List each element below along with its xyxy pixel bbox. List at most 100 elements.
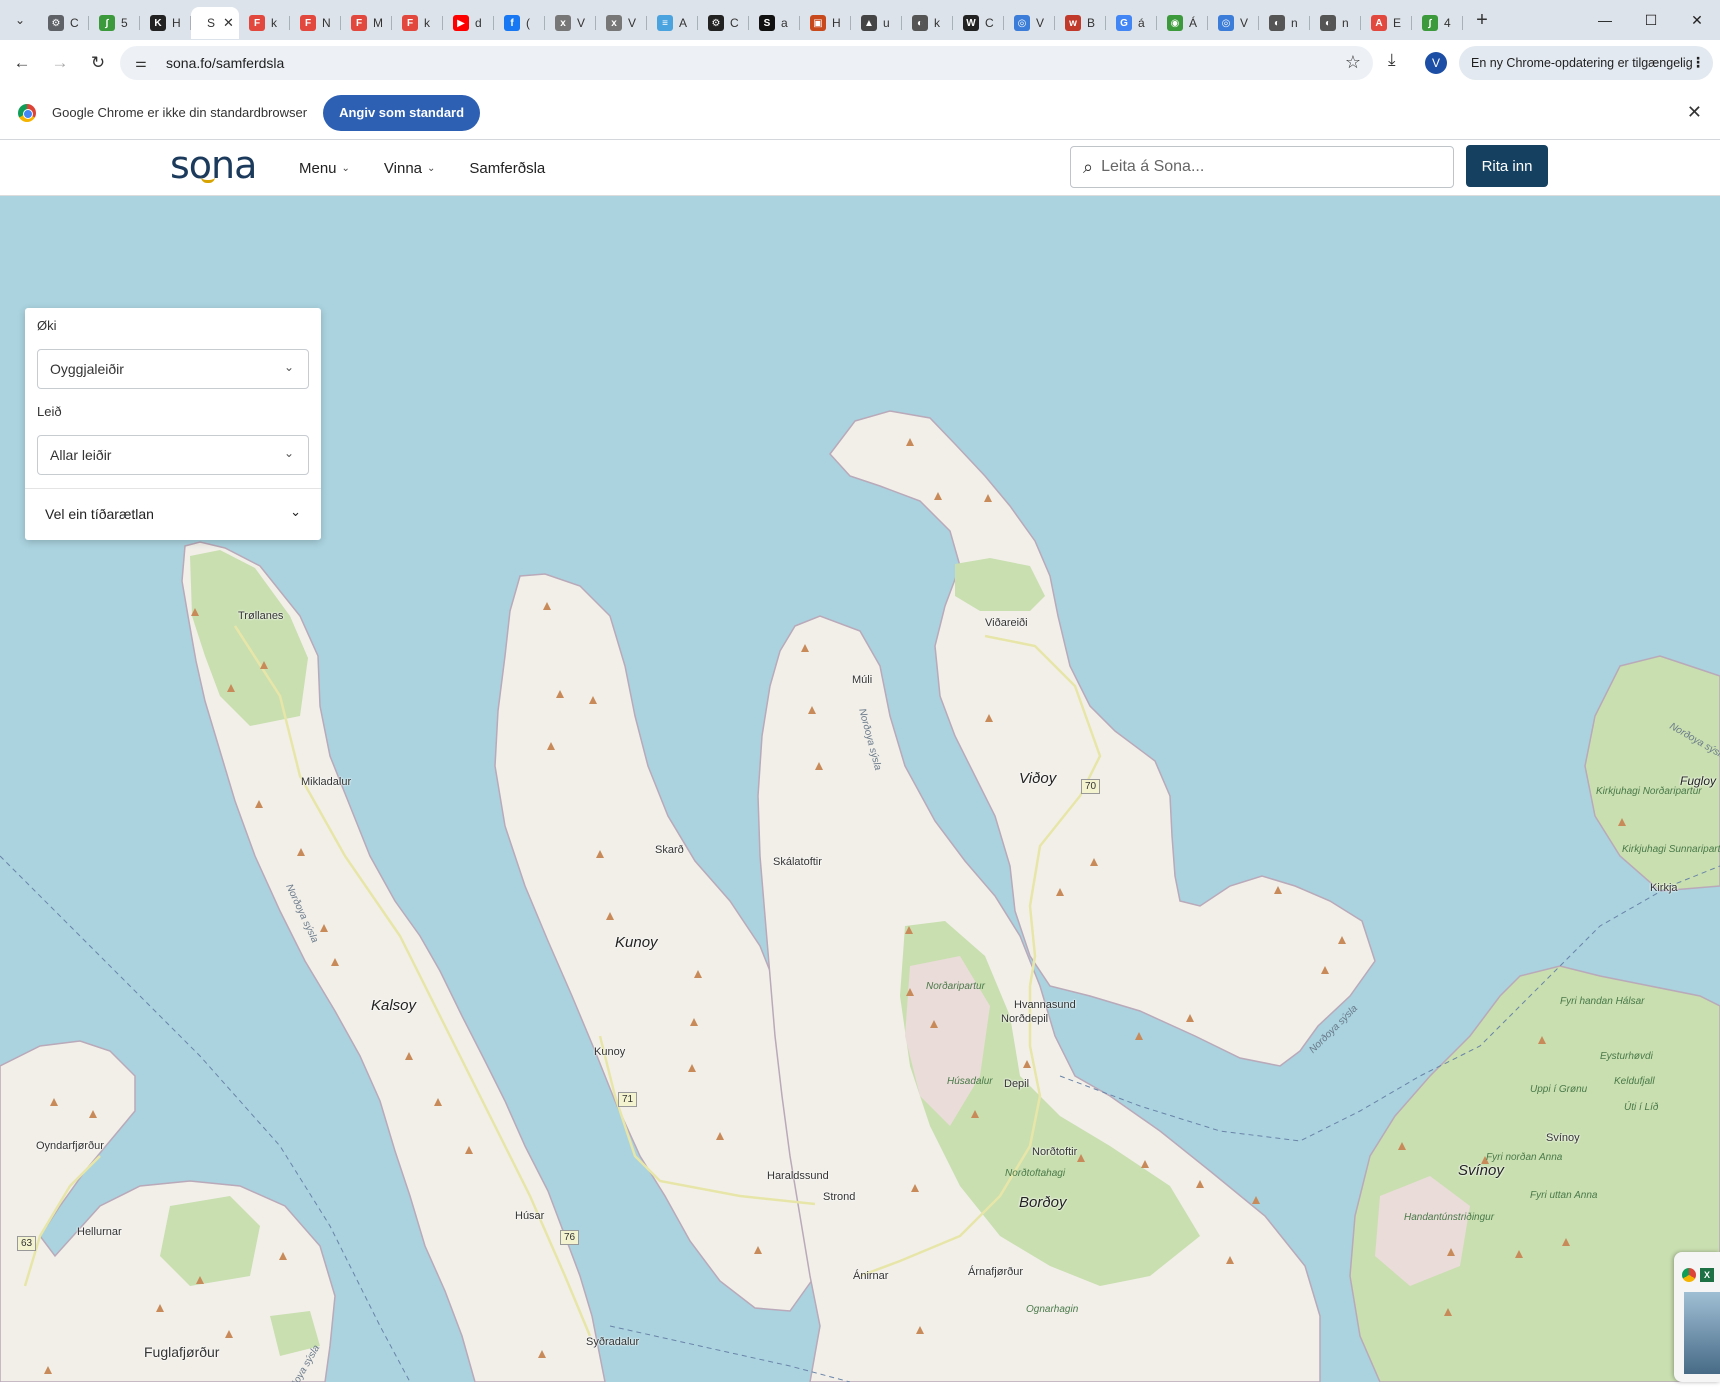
chevron-down-icon[interactable]: ⌄ — [290, 504, 301, 520]
island-name-label: Kunoy — [615, 934, 658, 951]
address-bar[interactable]: ⚌ sona.fo/samferdsla ☆ — [120, 46, 1373, 80]
tab-title: C — [70, 16, 79, 30]
browser-tab[interactable]: Fk — [392, 7, 443, 39]
browser-tab[interactable]: ⚙ C — [38, 7, 89, 39]
browser-tab[interactable]: WC — [953, 7, 1004, 39]
nav-samferdsla-label: Samferðsla — [469, 160, 546, 177]
browser-tab[interactable]: ▲ u — [851, 7, 902, 39]
place-label: Árnafjørður — [968, 1266, 1024, 1278]
place-label: Hvannasund — [1014, 999, 1076, 1011]
browser-tab[interactable]: Fk — [239, 7, 290, 39]
tab-favicon-icon: A — [1371, 15, 1387, 31]
browser-tab[interactable]: xV — [596, 7, 647, 39]
tab-close-icon[interactable]: ✕ — [223, 15, 234, 31]
back-icon[interactable]: ← — [6, 47, 38, 79]
window-thumbnail[interactable] — [1684, 1292, 1720, 1374]
road-number: 71 — [618, 1092, 638, 1107]
reload-icon[interactable]: ↻ — [82, 47, 114, 79]
tab-title: C — [985, 16, 994, 30]
forward-icon[interactable]: → — [44, 47, 76, 79]
login-button[interactable]: Rita inn — [1466, 145, 1548, 187]
tab-favicon-icon: ∫ — [99, 15, 115, 31]
area-label: Fyri norðan Anna — [1486, 1152, 1563, 1163]
browser-tab[interactable]: xV — [545, 7, 596, 39]
browser-tab[interactable]: ◐ n — [1310, 7, 1361, 39]
browser-tab[interactable]: ▶ d — [443, 7, 494, 39]
nav-vinna[interactable]: Vinna ⌄ — [384, 160, 435, 177]
chrome-update-button[interactable]: En ny Chrome-opdatering er tilgængelig ⋮ — [1459, 46, 1713, 80]
browser-tab[interactable]: ◐ n — [1259, 7, 1310, 39]
route-select[interactable]: Allar leiðir ⌄ — [37, 435, 309, 475]
browser-tab[interactable]: KH — [140, 7, 191, 39]
place-label: Depil — [1004, 1078, 1030, 1090]
browser-tab[interactable]: FN — [290, 7, 341, 39]
chrome-menu-icon[interactable]: ⋮ — [1691, 54, 1705, 71]
browser-tab[interactable]: ∫ 5 — [89, 7, 140, 39]
browser-tab[interactable]: ◐ k — [902, 7, 953, 39]
profile-avatar[interactable]: V — [1425, 52, 1447, 74]
tab-title: V — [628, 16, 637, 30]
tab-favicon-icon: ⚙ — [708, 15, 724, 31]
island-svinoy — [1349, 965, 1720, 1382]
tab-title: k — [271, 16, 277, 30]
site-info-icon[interactable]: ⚌ — [130, 52, 152, 74]
tab-title: n — [1291, 16, 1298, 30]
place-label: Trøllanes — [238, 610, 284, 622]
browser-tab[interactable]: ▣ H — [800, 7, 851, 39]
place-label: Fuglafjørður — [144, 1344, 220, 1360]
nav-samferdsla[interactable]: Samferðsla — [469, 160, 545, 177]
url-text[interactable]: sona.fo/samferdsla — [166, 55, 284, 71]
new-tab-icon[interactable]: + — [1467, 5, 1497, 35]
taskbar-preview[interactable]: X — [1674, 1252, 1720, 1382]
bookmark-star-icon[interactable]: ☆ — [1345, 52, 1361, 73]
tab-favicon-icon: G — [1116, 15, 1132, 31]
tab-title: V — [577, 16, 586, 30]
maximize-icon[interactable]: ☐ — [1628, 0, 1674, 40]
place-label: Múli — [852, 674, 873, 686]
area-select[interactable]: Oyggjaleiðir ⌄ — [37, 349, 309, 389]
infobar-close-icon[interactable]: ✕ — [1687, 102, 1702, 123]
browser-tab[interactable]: ◎ V — [1004, 7, 1055, 39]
timetable-toggle[interactable]: Vel ein tíðarætlan — [45, 506, 154, 522]
chrome-logo-icon — [18, 103, 36, 122]
browser-tab[interactable]: ◉ Á — [1157, 7, 1208, 39]
minimize-icon[interactable]: — — [1582, 0, 1628, 40]
tab-favicon-icon: S — [759, 15, 775, 31]
tab-favicon-icon: ◎ — [1218, 15, 1234, 31]
place-label: Norðtoftir — [1032, 1146, 1078, 1158]
main-nav: Menu ⌄ Vinna ⌄ Samferðsla — [299, 141, 579, 196]
browser-tab[interactable]: f( — [494, 7, 545, 39]
browser-tab[interactable]: ⚙ C — [698, 7, 749, 39]
place-label: Kirkja — [1650, 882, 1678, 894]
browser-tab[interactable]: wB — [1055, 7, 1106, 39]
browser-tab[interactable]: ≡ A — [647, 7, 698, 39]
area-label: Uppi í Grønu — [1530, 1084, 1588, 1095]
chevron-down-icon: ⌄ — [341, 163, 350, 174]
tab-search-icon[interactable]: ⌄ — [6, 6, 34, 34]
excel-icon: X — [1700, 1268, 1714, 1282]
tab-favicon-icon: x — [555, 15, 571, 31]
browser-tab[interactable]: Gá — [1106, 7, 1157, 39]
tab-title: k — [934, 16, 940, 30]
area-label: Ognarhagin — [1026, 1304, 1079, 1315]
browser-tab[interactable]: ◎ V — [1208, 7, 1259, 39]
browser-tab[interactable]: FM — [341, 7, 392, 39]
tab-favicon-icon: ≡ — [657, 15, 673, 31]
browser-tab[interactable]: AE — [1361, 7, 1412, 39]
tab-favicon-icon: f — [504, 15, 520, 31]
set-default-button[interactable]: Angiv som standard — [323, 94, 481, 131]
tab-favicon-icon: ▶ — [453, 15, 469, 31]
close-window-icon[interactable]: ✕ — [1674, 0, 1720, 40]
download-icon[interactable]: ⤓ — [1388, 50, 1396, 70]
default-browser-infobar: Google Chrome er ikke din standardbrowse… — [0, 86, 1720, 140]
nav-menu[interactable]: Menu ⌄ — [299, 160, 350, 177]
tab-favicon-icon: F — [402, 15, 418, 31]
browser-tab[interactable]: ∫ 4 — [1412, 7, 1463, 39]
browser-tab[interactable]: Sa — [749, 7, 800, 39]
island-name-label: Borðoy — [1019, 1194, 1067, 1211]
browser-tab[interactable]: S ✕ — [191, 7, 239, 39]
nav-vinna-label: Vinna — [383, 160, 423, 177]
tab-favicon-icon: ∫ — [1422, 15, 1438, 31]
area-label: Kirkjuhagi Norðaripartur — [1596, 786, 1702, 797]
search-input[interactable] — [1101, 158, 1422, 176]
